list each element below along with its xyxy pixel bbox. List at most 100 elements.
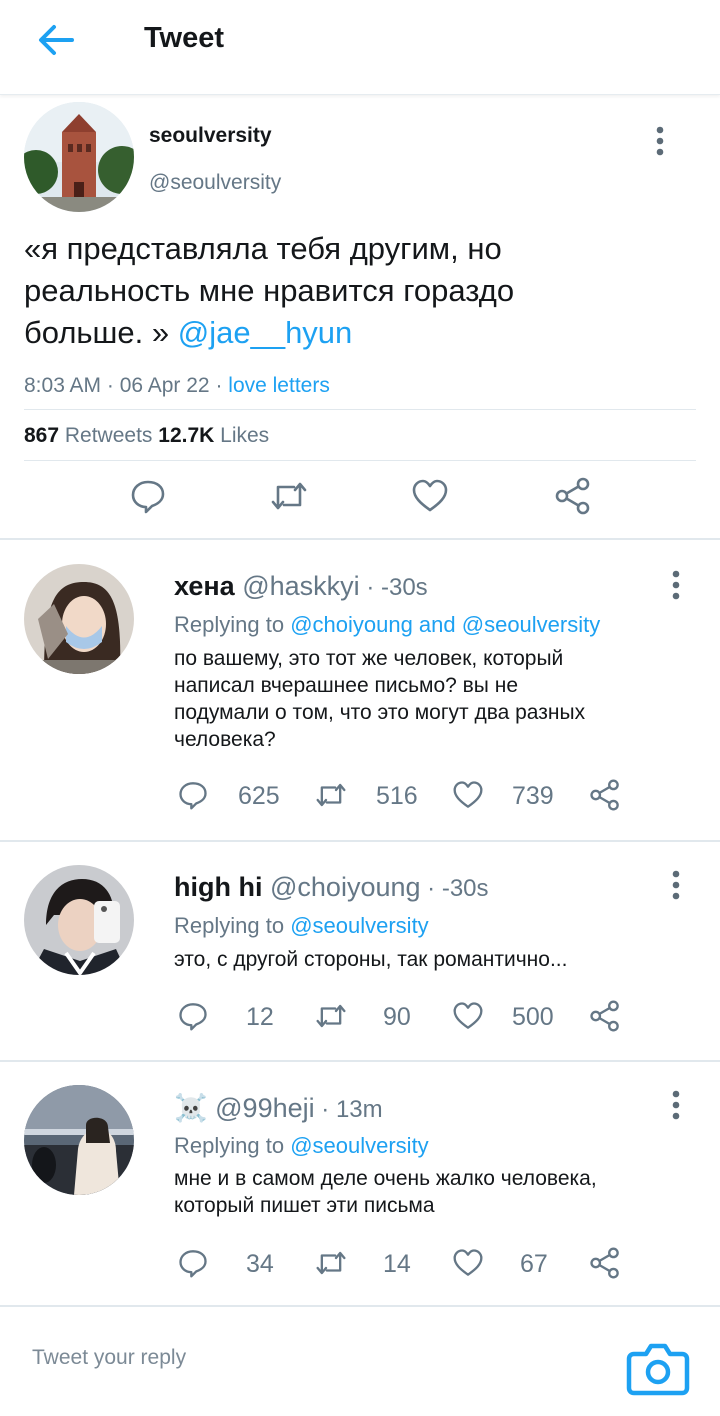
like-button[interactable] bbox=[452, 1001, 484, 1036]
more-button[interactable] bbox=[664, 1086, 688, 1126]
reply-time: · -30s bbox=[420, 875, 489, 902]
reply-button[interactable] bbox=[178, 1001, 208, 1036]
tweet-text-line: больше. » @jae__hyun bbox=[24, 312, 684, 354]
reply-header: хена @haskkyi · -30s bbox=[174, 571, 428, 602]
replying-to-mentions[interactable]: @seoulversity bbox=[290, 913, 429, 938]
share-button[interactable] bbox=[589, 1246, 621, 1285]
camera-button[interactable] bbox=[626, 1342, 690, 1401]
share-button[interactable] bbox=[589, 999, 621, 1038]
reply-author-name[interactable]: ☠️ bbox=[174, 1093, 208, 1123]
reply-author-handle[interactable]: @choiyoung bbox=[270, 872, 421, 902]
more-button[interactable] bbox=[664, 566, 688, 606]
like-icon bbox=[453, 1249, 483, 1276]
replying-to-prefix: Replying to bbox=[174, 612, 291, 637]
more-icon bbox=[672, 870, 680, 900]
more-icon bbox=[672, 1090, 680, 1120]
back-button[interactable] bbox=[36, 22, 76, 58]
retweet-button[interactable] bbox=[314, 1001, 348, 1036]
reply-text-line: написал вчерашнее письмо? вы не bbox=[174, 674, 519, 697]
more-icon bbox=[656, 126, 664, 156]
reply-count: 625 bbox=[238, 782, 280, 810]
tweet-text-line: «я представляла тебя другим, но bbox=[24, 231, 502, 266]
retweet-icon bbox=[316, 783, 346, 807]
replying-to: Replying to @seoulversity bbox=[174, 913, 429, 939]
like-count: 500 bbox=[512, 1003, 554, 1031]
tweet-source[interactable]: love letters bbox=[228, 374, 330, 397]
share-button[interactable] bbox=[589, 778, 621, 817]
replying-to-mentions[interactable]: @choiyoung and @seoulversity bbox=[290, 612, 600, 637]
reply-author-handle[interactable]: @99heji bbox=[215, 1093, 314, 1123]
avatar[interactable] bbox=[24, 564, 134, 674]
replying-to: Replying to @seoulversity bbox=[174, 1133, 429, 1159]
reply-author-name[interactable]: high hi bbox=[174, 872, 262, 902]
retweets-label[interactable]: Retweets bbox=[59, 424, 158, 447]
page-title: Tweet bbox=[144, 22, 225, 54]
reply-input[interactable] bbox=[30, 1340, 594, 1376]
tweet-meta: 8:03 AM · 06 Apr 22 · love letters bbox=[24, 374, 330, 398]
retweet-icon bbox=[316, 1004, 346, 1028]
reply-author-name[interactable]: хена bbox=[174, 571, 235, 601]
reply-text: это, с другой стороны, так романтично... bbox=[174, 946, 674, 973]
retweet-count: 516 bbox=[376, 782, 418, 810]
divider bbox=[0, 840, 720, 842]
reply-button[interactable] bbox=[130, 478, 166, 519]
author-handle[interactable]: @seoulversity bbox=[149, 171, 281, 195]
more-button[interactable] bbox=[648, 122, 672, 162]
avatar-image bbox=[24, 564, 134, 674]
replying-to-prefix: Replying to bbox=[174, 1133, 291, 1158]
tweet-text-fragment: больше. » bbox=[24, 315, 178, 350]
tweet-stats: 867 Retweets 12.7K Likes bbox=[24, 424, 269, 448]
share-icon bbox=[590, 779, 619, 811]
avatar-image bbox=[24, 102, 134, 212]
replying-to-mentions[interactable]: @seoulversity bbox=[290, 1133, 429, 1158]
divider bbox=[0, 1060, 720, 1062]
like-icon bbox=[453, 1002, 483, 1029]
reply-author-handle[interactable]: @haskkyi bbox=[242, 571, 359, 601]
share-button[interactable] bbox=[554, 476, 592, 521]
back-arrow-icon bbox=[39, 25, 74, 55]
reply-text: мне и в самом деле очень жалко человека,… bbox=[174, 1165, 674, 1219]
like-icon bbox=[412, 479, 448, 512]
likes-label[interactable]: Likes bbox=[214, 424, 269, 447]
tweet-text-line: реальность мне нравится гораздо bbox=[24, 273, 515, 308]
tweet-text: «я представляла тебя другим, но реальнос… bbox=[24, 228, 684, 354]
reply-icon bbox=[179, 1003, 207, 1031]
retweet-button[interactable] bbox=[270, 478, 308, 519]
avatar-image bbox=[24, 1085, 134, 1195]
avatar[interactable] bbox=[24, 102, 134, 212]
avatar[interactable] bbox=[24, 865, 134, 975]
tweet-time: 8:03 AM · 06 Apr 22 · bbox=[24, 374, 229, 397]
like-button[interactable] bbox=[452, 780, 484, 815]
reply-time: · -30s bbox=[359, 574, 428, 601]
reply-text-line: который пишет эти письма bbox=[174, 1194, 435, 1217]
reply-text-line: по вашему, это тот же человек, который bbox=[174, 647, 564, 670]
author-name[interactable]: seoulversity bbox=[149, 124, 272, 148]
reply-count: 34 bbox=[246, 1250, 274, 1278]
divider bbox=[24, 460, 696, 461]
more-button[interactable] bbox=[664, 866, 688, 906]
replying-to-prefix: Replying to bbox=[174, 913, 291, 938]
share-icon bbox=[590, 1000, 619, 1032]
more-icon bbox=[672, 570, 680, 600]
reply-text-line: человека? bbox=[174, 728, 276, 751]
likes-count[interactable]: 12.7K bbox=[158, 424, 214, 447]
like-count: 67 bbox=[520, 1250, 548, 1278]
like-count: 739 bbox=[512, 782, 554, 810]
like-button[interactable] bbox=[452, 1248, 484, 1283]
reply-text-line: мне и в самом деле очень жалко человека, bbox=[174, 1167, 597, 1190]
avatar[interactable] bbox=[24, 1085, 134, 1195]
mention-link[interactable]: @jae__hyun bbox=[178, 315, 353, 350]
reply-time: · 13m bbox=[314, 1096, 383, 1123]
reply-text-line: это, с другой стороны, так романтично... bbox=[174, 948, 568, 971]
reply-text: по вашему, это тот же человек, который н… bbox=[174, 645, 674, 753]
retweet-button[interactable] bbox=[314, 780, 348, 815]
retweet-count: 90 bbox=[383, 1003, 411, 1031]
reply-button[interactable] bbox=[178, 780, 208, 815]
share-icon bbox=[590, 1247, 619, 1279]
like-button[interactable] bbox=[411, 478, 449, 519]
reply-icon bbox=[179, 1250, 207, 1278]
avatar-image bbox=[24, 865, 134, 975]
retweets-count[interactable]: 867 bbox=[24, 424, 59, 447]
reply-button[interactable] bbox=[178, 1248, 208, 1283]
retweet-button[interactable] bbox=[314, 1248, 348, 1283]
